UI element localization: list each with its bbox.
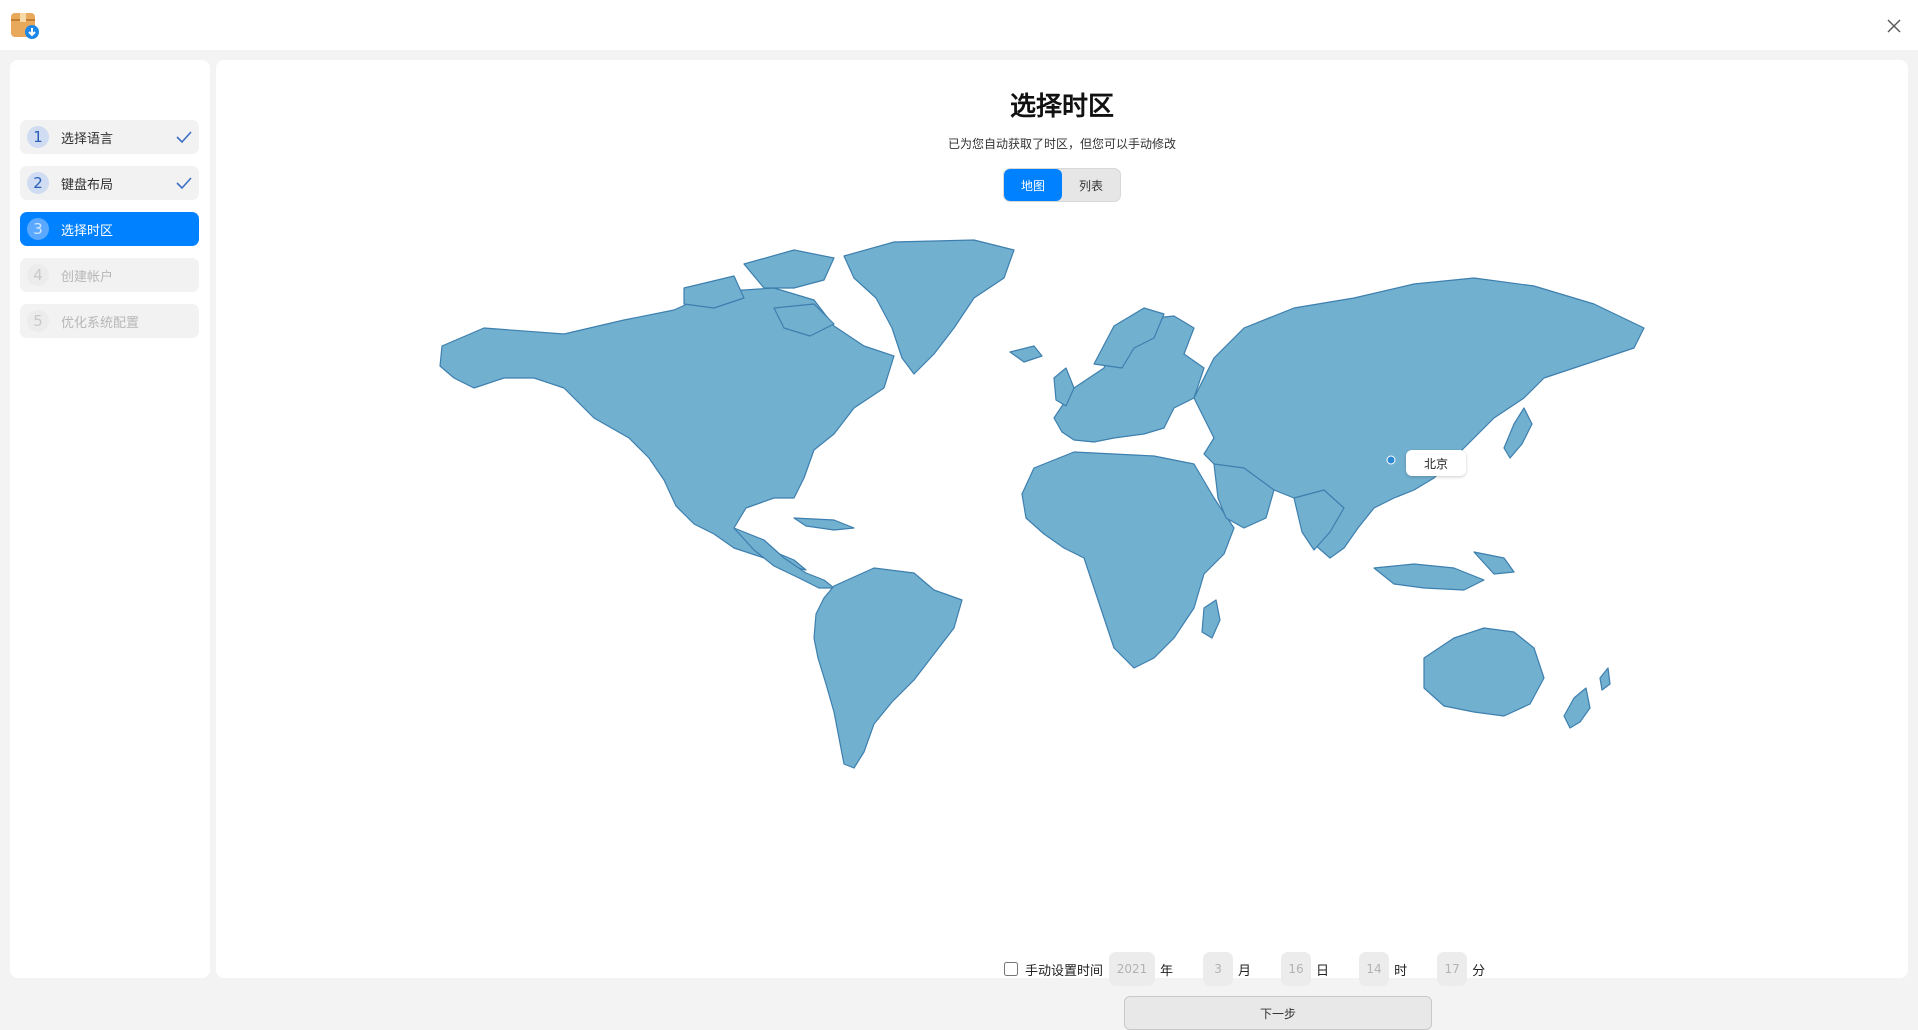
checkmark-icon (176, 177, 192, 190)
month-unit: 月 (1238, 963, 1252, 979)
year-field[interactable] (1109, 952, 1156, 986)
step-number: 5 (27, 310, 49, 332)
step-number: 1 (27, 126, 49, 148)
package-download-icon (11, 13, 39, 39)
close-icon[interactable] (1886, 18, 1902, 34)
title-bar (0, 0, 1918, 50)
month-field[interactable] (1203, 952, 1234, 986)
japan (1503, 407, 1533, 459)
view-toggle: 地图 列表 (1003, 168, 1121, 202)
step-number: 3 (27, 218, 49, 240)
step-optimize-config: 5 优化系统配置 (20, 304, 199, 338)
day-field[interactable] (1281, 952, 1312, 986)
step-label: 选择语言 (61, 131, 114, 147)
world-map[interactable] (414, 228, 1714, 938)
manual-time-label: 手动设置时间 (1025, 963, 1104, 979)
step-label: 键盘布局 (61, 177, 114, 193)
steps-sidebar: 1 选择语言 2 键盘布局 3 选择时区 4 创建帐户 5 优化系统配置 (10, 60, 210, 978)
beijing-marker (1386, 455, 1396, 465)
hour-unit: 时 (1394, 963, 1408, 979)
africa (1021, 451, 1235, 669)
step-select-language[interactable]: 1 选择语言 (20, 120, 199, 154)
madagascar (1201, 599, 1221, 639)
day-unit: 日 (1316, 963, 1330, 979)
central-america (733, 527, 835, 589)
step-select-timezone[interactable]: 3 选择时区 (20, 212, 199, 246)
step-number: 4 (27, 264, 49, 286)
tab-map[interactable]: 地图 (1004, 169, 1062, 201)
tab-list[interactable]: 列表 (1062, 169, 1120, 201)
step-create-account: 4 创建帐户 (20, 258, 199, 292)
new-zealand (1563, 687, 1591, 729)
hour-field[interactable] (1359, 952, 1390, 986)
step-label: 创建帐户 (61, 269, 114, 285)
year-unit: 年 (1160, 963, 1174, 979)
manual-time-checkbox[interactable] (1004, 962, 1018, 976)
main-panel: 选择时区 已为您自动获取了时区，但您可以手动修改 地图 列表 北京 手动设置时间… (216, 60, 1908, 1030)
next-button[interactable]: 下一步 (1124, 996, 1432, 1030)
step-keyboard-layout[interactable]: 2 键盘布局 (20, 166, 199, 200)
iceland (1009, 345, 1043, 363)
south-america (813, 567, 963, 769)
indonesia (1373, 563, 1485, 591)
checkmark-icon (176, 131, 192, 144)
step-label: 选择时区 (61, 223, 114, 239)
minute-unit: 分 (1472, 963, 1486, 979)
step-number: 2 (27, 172, 49, 194)
minute-field[interactable] (1437, 952, 1468, 986)
manual-time-row: 手动设置时间 年 月 日 时 分 (1004, 952, 1485, 986)
australia (1423, 627, 1545, 717)
page-subtitle: 已为您自动获取了时区，但您可以手动修改 (947, 137, 1176, 151)
page-title: 选择时区 (1009, 92, 1114, 122)
timezone-city-label: 北京 (1406, 450, 1466, 476)
step-label: 优化系统配置 (61, 315, 140, 331)
arctic-islands (743, 249, 835, 289)
